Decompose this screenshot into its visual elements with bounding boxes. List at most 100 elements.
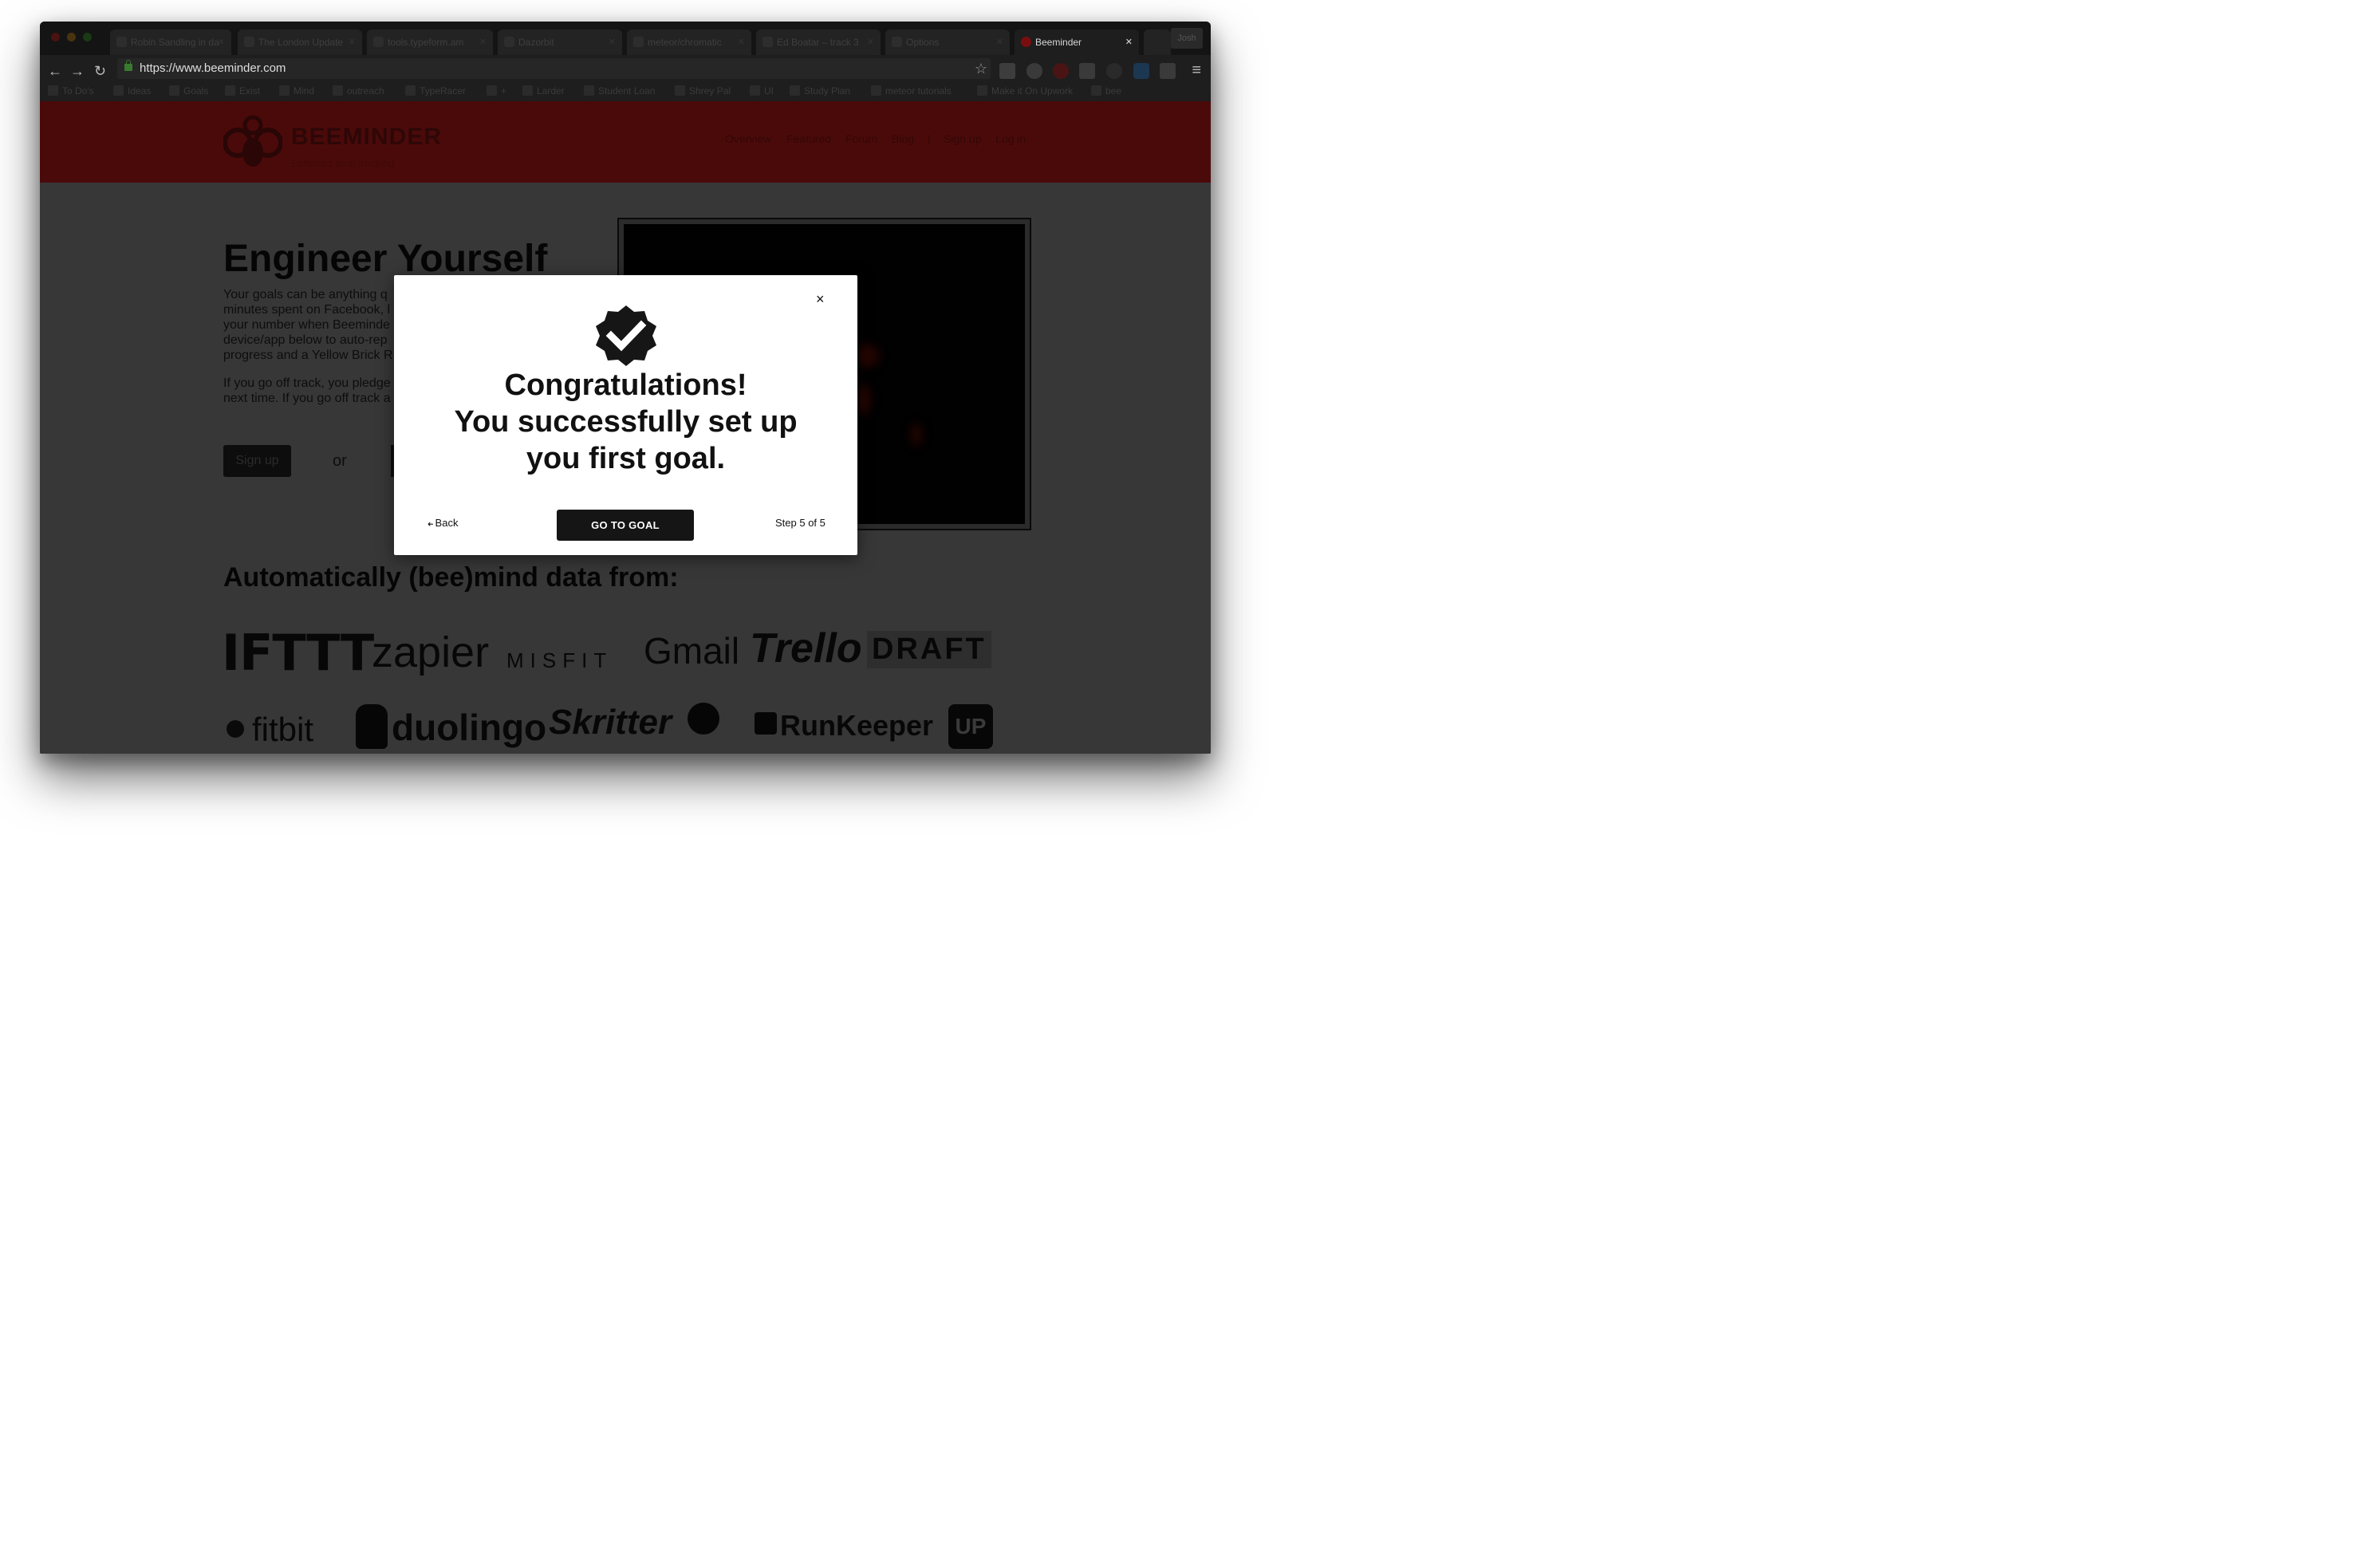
gmail-logo[interactable]: Gmail bbox=[644, 629, 739, 672]
bookmark-item[interactable]: Mind bbox=[279, 85, 314, 97]
tab-close-icon[interactable]: ✕ bbox=[1125, 30, 1133, 55]
tab-close-icon[interactable]: ✕ bbox=[996, 30, 1003, 55]
step-indicator: Step 5 of 5 bbox=[775, 517, 826, 529]
nav-blog[interactable]: Blog bbox=[892, 132, 914, 145]
tab-title: The London Update bbox=[258, 37, 344, 48]
nav-overview[interactable]: Overview bbox=[725, 132, 771, 145]
browser-tab[interactable]: tools.typeform.am ✕ bbox=[367, 30, 493, 55]
fitbit-dots-icon bbox=[227, 720, 244, 738]
video-glow bbox=[855, 344, 879, 368]
tab-favicon-icon bbox=[633, 37, 644, 47]
skritter-logo[interactable]: Skritter bbox=[549, 703, 672, 743]
browser-tab[interactable]: Options ✕ bbox=[885, 30, 1010, 55]
tab-close-icon[interactable]: ✕ bbox=[349, 30, 356, 55]
bookmark-item[interactable]: Study Plan bbox=[790, 85, 850, 97]
signup-button[interactable]: Sign up bbox=[223, 445, 291, 477]
video-glow bbox=[911, 423, 922, 446]
nav-featured[interactable]: Featured bbox=[786, 132, 831, 145]
hero-paragraph-pledge: If you go off track, you pledge next tim… bbox=[223, 376, 391, 405]
bookmark-item[interactable]: Goals bbox=[169, 85, 208, 97]
jawbone-up-logo[interactable]: UP bbox=[948, 704, 993, 749]
integrations-title: Automatically (bee)mind data from: bbox=[223, 562, 679, 593]
fitbit-logo[interactable]: fitbit bbox=[252, 711, 313, 749]
code-extension-icon[interactable] bbox=[1160, 63, 1176, 79]
tab-close-icon[interactable]: ✕ bbox=[738, 30, 745, 55]
modal-heading-line2: You successfully set up bbox=[454, 405, 798, 439]
trello-logo[interactable]: Trello bbox=[750, 624, 862, 672]
back-label: Back bbox=[435, 517, 459, 529]
go-to-goal-button[interactable]: GO TO GOAL bbox=[557, 510, 694, 541]
url-text: https://www.beeminder.com bbox=[140, 61, 286, 75]
onboarding-modal: × Congratulations! You successfully set … bbox=[394, 275, 857, 555]
tab-title: Robin Sandling in da bbox=[131, 37, 219, 48]
agent-extension-icon[interactable] bbox=[1026, 63, 1042, 79]
modal-heading-line3: you first goal. bbox=[526, 442, 726, 475]
block-extension-icon[interactable] bbox=[1053, 63, 1069, 79]
camera-extension-icon[interactable] bbox=[1133, 63, 1149, 79]
tab-title: Ed Boatar – track 3 bbox=[777, 37, 859, 48]
browser-tab[interactable]: Ed Boatar – track 3 ✕ bbox=[756, 30, 881, 55]
maximize-window-button[interactable] bbox=[83, 33, 92, 41]
mail-extension-icon[interactable] bbox=[999, 63, 1015, 79]
browser-tab[interactable]: Dazorbit ✕ bbox=[498, 30, 622, 55]
bookmark-item[interactable]: UI bbox=[750, 85, 774, 97]
bookmark-item[interactable]: meteor tutorials bbox=[871, 85, 952, 97]
browser-tab[interactable]: meteor/chromatic ✕ bbox=[627, 30, 751, 55]
bookmark-item[interactable]: Ideas bbox=[113, 85, 151, 97]
bookmark-item[interactable]: Larder bbox=[522, 85, 565, 97]
profile-button[interactable]: Josh bbox=[1171, 28, 1203, 49]
nav-log-in[interactable]: Log in bbox=[995, 132, 1026, 145]
nav-sign-up[interactable]: Sign up bbox=[944, 132, 981, 145]
back-arrow-icon[interactable]: ← bbox=[48, 60, 62, 82]
site-logo-text[interactable]: BEEMINDER bbox=[291, 124, 442, 151]
reload-icon[interactable]: ↻ bbox=[94, 60, 106, 82]
site-tagline: Enforced goal tracking bbox=[291, 157, 395, 169]
lock-icon bbox=[124, 60, 132, 71]
ux-check-extension-icon[interactable] bbox=[1079, 63, 1095, 79]
bookmark-item[interactable]: + bbox=[487, 85, 506, 97]
tab-close-icon[interactable]: ✕ bbox=[479, 30, 487, 55]
browser-tab[interactable]: Robin Sandling in da ✕ bbox=[110, 30, 231, 55]
misfit-logo[interactable]: MISFIT bbox=[506, 648, 613, 673]
browser-tab-active[interactable]: Beeminder ✕ bbox=[1015, 30, 1139, 55]
bookmark-item[interactable]: Shrey Pal bbox=[675, 85, 731, 97]
video-glow bbox=[855, 384, 871, 416]
forward-arrow-icon[interactable]: → bbox=[70, 60, 85, 82]
close-icon[interactable]: × bbox=[816, 292, 825, 306]
browser-tab[interactable]: The London Update ✕ bbox=[238, 30, 362, 55]
bookmark-star-icon[interactable]: ☆ bbox=[975, 58, 987, 79]
tab-close-icon[interactable]: ✕ bbox=[218, 30, 225, 55]
back-link[interactable]: ➜ Back bbox=[428, 517, 458, 529]
address-bar[interactable]: https://www.beeminder.com ☆ bbox=[117, 58, 991, 79]
tab-title: tools.typeform.am bbox=[388, 37, 464, 48]
alien-extension-icon[interactable] bbox=[1106, 63, 1122, 79]
runkeeper-logo[interactable]: RunKeeper bbox=[780, 709, 933, 743]
tab-favicon-icon bbox=[762, 37, 773, 47]
tab-close-icon[interactable]: ✕ bbox=[867, 30, 874, 55]
close-window-button[interactable] bbox=[51, 33, 60, 41]
bookmark-item[interactable]: Make it On Upwork bbox=[977, 85, 1073, 97]
bookmark-item[interactable]: TypeRacer bbox=[405, 85, 466, 97]
or-text: or bbox=[333, 452, 347, 470]
tab-favicon-icon bbox=[892, 37, 902, 47]
hero-title: Engineer Yourself bbox=[223, 238, 548, 280]
zapier-logo[interactable]: zapier bbox=[372, 628, 489, 677]
new-tab-button[interactable] bbox=[1144, 30, 1171, 55]
tab-close-icon[interactable]: ✕ bbox=[609, 30, 616, 55]
bookmark-item[interactable]: bee bbox=[1091, 85, 1121, 97]
ifttt-logo[interactable]: IFTTT bbox=[222, 624, 374, 682]
tab-favicon-icon bbox=[116, 37, 127, 47]
beeminder-favicon-icon bbox=[1021, 37, 1031, 47]
bookmark-item[interactable]: Exist bbox=[225, 85, 260, 97]
duolingo-logo[interactable]: duolingo bbox=[392, 706, 546, 749]
duolingo-owl-icon bbox=[356, 704, 388, 749]
bookmark-item[interactable]: To Do's bbox=[48, 85, 94, 97]
verified-check-badge-icon bbox=[596, 305, 656, 366]
tab-strip: Robin Sandling in da ✕ The London Update ✕… bbox=[40, 22, 1211, 55]
bookmark-item[interactable]: Student Loan bbox=[584, 85, 655, 97]
minimize-window-button[interactable] bbox=[67, 33, 76, 41]
menu-icon[interactable]: ≡ bbox=[1192, 61, 1201, 80]
draft-logo[interactable]: DRAFT bbox=[867, 631, 991, 668]
nav-forum[interactable]: Forum bbox=[845, 132, 877, 145]
bookmark-item[interactable]: outreach bbox=[333, 85, 384, 97]
